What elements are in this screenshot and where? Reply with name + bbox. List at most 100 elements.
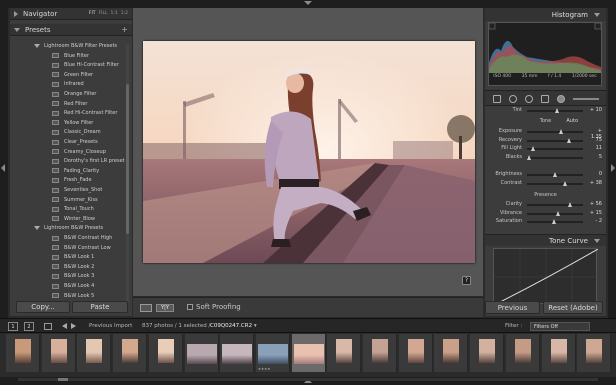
left-panel-toggle-strip[interactable] xyxy=(0,8,8,320)
filmstrip-scroll-thumb[interactable] xyxy=(58,378,68,381)
selected-filename[interactable]: C09Q0247.CR2 ▾ xyxy=(210,323,257,329)
secondary-display-button[interactable]: 2 xyxy=(24,322,34,331)
slider-thumb[interactable] xyxy=(551,219,556,225)
filter-dropdown[interactable]: Filters Off xyxy=(530,322,590,331)
tone-auto-button[interactable]: Auto xyxy=(566,118,578,124)
zoom-fill[interactable]: FILL xyxy=(99,11,108,16)
slider-value[interactable]: 75 xyxy=(586,137,602,143)
slider-thumb[interactable] xyxy=(530,146,535,152)
preset-item[interactable]: B&W Look 5 xyxy=(52,293,94,299)
loupe-view-icon[interactable] xyxy=(140,304,152,312)
preset-item[interactable]: Red Filter xyxy=(52,101,87,107)
slider-track[interactable] xyxy=(527,137,583,143)
red-eye-icon[interactable] xyxy=(525,95,533,103)
slider-track[interactable] xyxy=(527,129,583,134)
preset-item[interactable]: Fading_Clarity xyxy=(52,168,99,174)
preset-item[interactable]: Classic_Dream xyxy=(52,129,101,135)
histogram-header[interactable]: Histogram xyxy=(485,8,606,21)
help-icon[interactable]: ? xyxy=(462,276,471,285)
filmstrip-scrollbar[interactable] xyxy=(18,378,598,381)
reset-button[interactable]: Reset (Adobe) xyxy=(543,301,603,314)
preset-item[interactable]: B&W Contrast Low xyxy=(52,245,111,251)
filmstrip-thumbnail[interactable]: ★★★★ xyxy=(255,334,290,372)
preset-item[interactable]: Creamy_Closeup xyxy=(52,149,106,155)
slider-value[interactable]: 0 xyxy=(586,171,602,177)
filmstrip-thumbnail[interactable] xyxy=(184,334,219,372)
preset-item[interactable]: B&W Look 2 xyxy=(52,264,94,270)
crop-tool-icon[interactable] xyxy=(493,95,501,103)
tool-slider[interactable] xyxy=(573,98,599,100)
slider-thumb[interactable] xyxy=(563,180,568,186)
filmstrip-thumbnail[interactable] xyxy=(398,334,433,372)
grid-view-icon[interactable] xyxy=(44,323,52,330)
preset-scroll-thumb[interactable] xyxy=(126,84,129,234)
slider-thumb[interactable] xyxy=(559,129,564,134)
preset-folder[interactable]: Lightroom B&W Presets xyxy=(34,225,103,231)
preset-item[interactable]: Dorothy's first LR preset 2 xyxy=(52,158,129,164)
slider-value[interactable]: + 38 xyxy=(586,180,602,186)
spot-removal-icon[interactable] xyxy=(509,95,517,103)
filmstrip-thumbnail[interactable] xyxy=(363,334,397,372)
filmstrip-thumbnail[interactable] xyxy=(291,334,326,372)
slider-value[interactable]: 5 xyxy=(586,154,602,160)
preset-item[interactable]: Blue Filter xyxy=(52,53,89,59)
preset-item[interactable]: Winter_Blow xyxy=(52,216,95,222)
slider-track[interactable] xyxy=(527,210,583,216)
slider-value[interactable]: + 56 xyxy=(586,201,602,207)
filmstrip-thumbnail[interactable] xyxy=(434,334,469,372)
preset-item[interactable]: B&W Look 1 xyxy=(52,254,94,260)
zoom-fit[interactable]: FIT xyxy=(89,11,96,16)
copy-button[interactable]: Copy... xyxy=(16,301,70,313)
slider-value[interactable]: 11 xyxy=(586,145,602,151)
slider-thumb[interactable] xyxy=(568,202,573,207)
zoom-1-2[interactable]: 1:2 xyxy=(121,11,128,16)
preset-item[interactable]: Tonal_Touch xyxy=(52,206,94,212)
slider-track[interactable] xyxy=(527,219,583,225)
collapse-top-arrow-icon[interactable] xyxy=(304,1,312,5)
filmstrip-thumbnail[interactable] xyxy=(77,334,112,372)
collapse-left-arrow-icon[interactable] xyxy=(1,164,5,172)
preset-item[interactable]: Summer_Kiss xyxy=(52,197,98,203)
before-after-button[interactable]: Y|Y xyxy=(156,304,174,312)
previous-button[interactable]: Previous xyxy=(485,301,540,314)
adjustment-brush-icon[interactable] xyxy=(557,95,565,103)
paste-button[interactable]: Paste xyxy=(72,301,128,313)
slider-thumb[interactable] xyxy=(556,210,561,216)
source-label[interactable]: Previous Import xyxy=(89,323,132,329)
preset-item[interactable]: Seventies_Shot xyxy=(52,187,102,193)
zoom-1-1[interactable]: 1:1 xyxy=(111,11,118,16)
filmstrip-thumbnail[interactable] xyxy=(327,334,362,372)
preset-item[interactable]: B&W Look 4 xyxy=(52,283,94,289)
slider-value[interactable]: - 2 xyxy=(586,218,602,224)
preset-item[interactable]: Blue Hi-Contrast Filter xyxy=(52,62,119,68)
preset-item[interactable]: Orange Filter xyxy=(52,91,96,97)
slider-track[interactable] xyxy=(527,154,583,160)
slider-thumb[interactable] xyxy=(555,108,560,113)
filmstrip-thumbnail[interactable] xyxy=(541,334,576,372)
preset-item[interactable]: Yellow Filter xyxy=(52,120,93,126)
slider-thumb[interactable] xyxy=(566,137,571,143)
slider-thumb[interactable] xyxy=(552,172,557,177)
filmstrip-thumbnail[interactable] xyxy=(220,334,255,372)
preset-item[interactable]: Green Filter xyxy=(52,72,93,78)
preset-item[interactable]: B&W Contrast High xyxy=(52,235,112,241)
forward-arrow-icon[interactable] xyxy=(71,323,76,329)
top-panel-toggle-strip[interactable] xyxy=(0,0,616,8)
filmstrip-thumbnail[interactable] xyxy=(113,334,148,372)
collapse-right-arrow-icon[interactable] xyxy=(611,164,615,172)
slider-track[interactable] xyxy=(527,108,583,113)
slider-track[interactable] xyxy=(527,146,583,152)
slider-value[interactable]: + 15 xyxy=(586,210,602,216)
filmstrip-thumbnail[interactable] xyxy=(470,334,505,372)
slider-thumb[interactable] xyxy=(527,154,532,160)
right-panel-toggle-strip[interactable] xyxy=(608,8,616,320)
graduated-filter-icon[interactable] xyxy=(541,95,549,103)
slider-track[interactable] xyxy=(527,172,583,177)
tone-curve-graph[interactable] xyxy=(493,248,599,306)
preset-item[interactable]: Red Hi-Contrast Filter xyxy=(52,110,117,116)
slider-track[interactable] xyxy=(527,202,583,207)
back-arrow-icon[interactable] xyxy=(62,323,67,329)
preset-folder[interactable]: Lightroom B&W Filter Presets xyxy=(34,43,117,49)
navigator-header[interactable]: Navigator FIT FILL 1:1 1:2 xyxy=(10,8,132,20)
preset-item[interactable]: Infrared xyxy=(52,81,84,87)
